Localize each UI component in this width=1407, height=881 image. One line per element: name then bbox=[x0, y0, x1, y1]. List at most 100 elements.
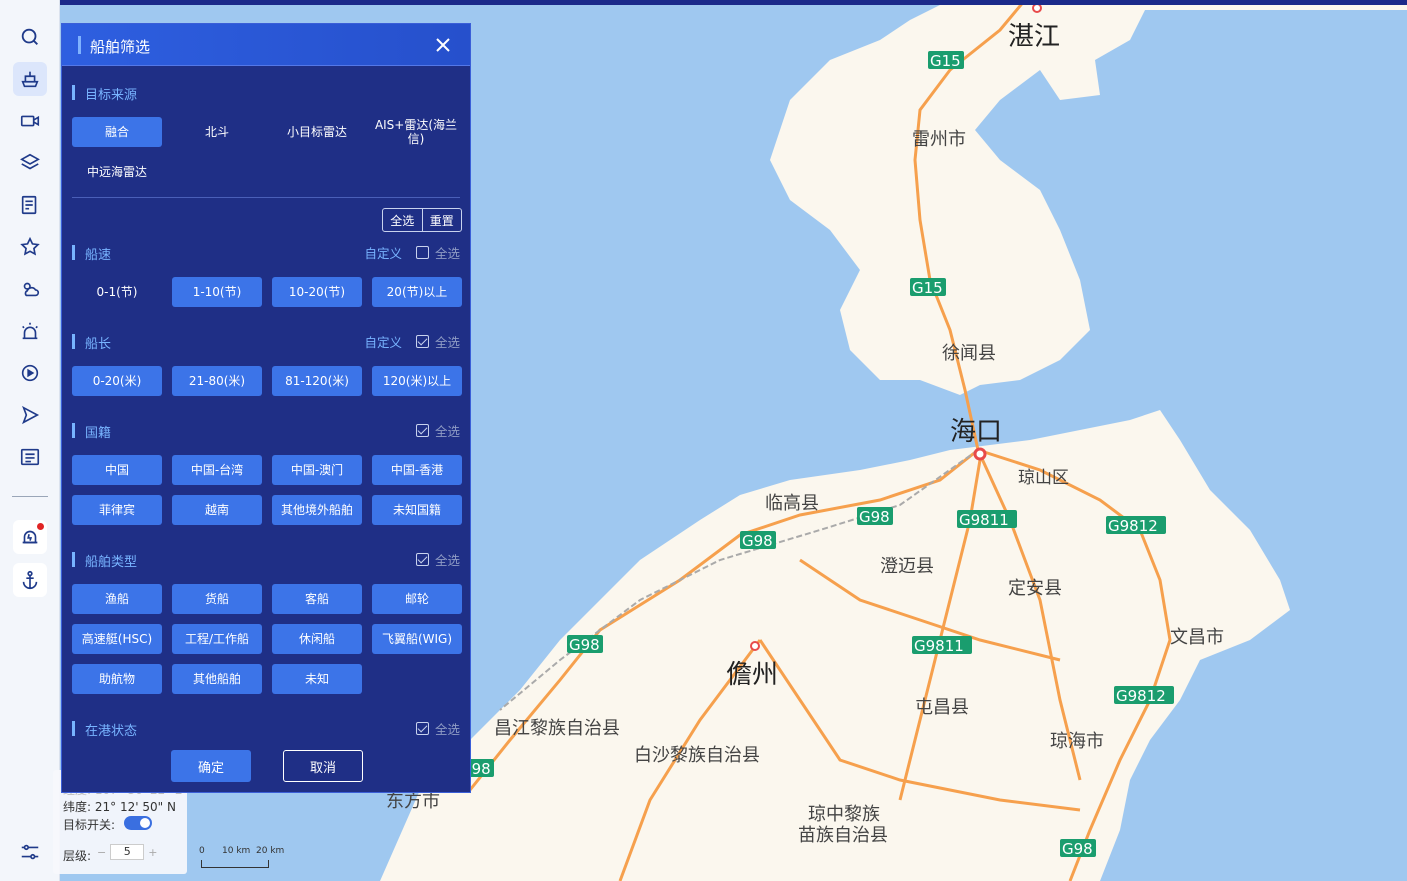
layers-icon[interactable] bbox=[13, 146, 47, 180]
type-option-button[interactable]: 飞翼船(WIG) bbox=[372, 624, 462, 654]
type-option-button[interactable]: 其他船舶 bbox=[172, 664, 262, 694]
section-ship-type: 船舶类型 bbox=[72, 551, 137, 570]
source-reset-button[interactable]: 重置 bbox=[423, 209, 462, 231]
speed-all-checkbox[interactable] bbox=[415, 246, 429, 259]
map-scale: 0 10 km 20 km bbox=[196, 846, 296, 876]
section-source: 目标来源 bbox=[72, 84, 137, 103]
list-icon[interactable] bbox=[13, 440, 47, 474]
map-label: 雷州市 bbox=[912, 129, 966, 150]
type-option-button[interactable]: 货船 bbox=[172, 584, 262, 614]
port-all-label: 全选 bbox=[434, 722, 460, 737]
source-divider bbox=[72, 197, 460, 198]
map-label: 海口 bbox=[950, 417, 1002, 447]
source-fusion-button[interactable]: 融合 bbox=[72, 117, 162, 147]
type-option-button[interactable]: 客船 bbox=[272, 584, 362, 614]
level-minus-button[interactable]: − bbox=[97, 846, 106, 859]
speed-option-button[interactable]: 1-10(节) bbox=[172, 277, 262, 307]
confirm-button[interactable]: 确定 bbox=[171, 750, 251, 782]
nationality-option-button[interactable]: 其他境外船舶 bbox=[272, 495, 362, 525]
nationality-option-button[interactable]: 中国-澳门 bbox=[272, 455, 362, 485]
nationality-option-button[interactable]: 越南 bbox=[172, 495, 262, 525]
zhanjiang-marker bbox=[1032, 3, 1042, 13]
nationality-option-button[interactable]: 菲律宾 bbox=[72, 495, 162, 525]
anchor-icon[interactable] bbox=[13, 563, 47, 597]
type-all-checkbox[interactable] bbox=[415, 553, 429, 566]
top-bar bbox=[0, 0, 1407, 5]
star-icon[interactable] bbox=[13, 230, 47, 264]
road-shield: G98 bbox=[742, 532, 773, 550]
report-icon[interactable] bbox=[13, 188, 47, 222]
haikou-marker bbox=[973, 447, 987, 461]
nationality-option-button[interactable]: 中国 bbox=[72, 455, 162, 485]
speed-controls: 自定义 全选 bbox=[364, 243, 460, 262]
ship-icon[interactable] bbox=[13, 62, 47, 96]
level-plus-button[interactable]: + bbox=[148, 846, 157, 859]
type-option-button[interactable]: 工程/工作船 bbox=[172, 624, 262, 654]
map-label: 徐闻县 bbox=[942, 343, 996, 364]
road-shield: G98 bbox=[1062, 840, 1093, 858]
type-option-button[interactable]: 邮轮 bbox=[372, 584, 462, 614]
target-switch-toggle[interactable] bbox=[124, 816, 152, 830]
source-small-radar-button[interactable]: 小目标雷达 bbox=[272, 117, 362, 147]
map-label: 琼中黎族 bbox=[808, 804, 880, 825]
length-custom-link[interactable]: 自定义 bbox=[364, 332, 402, 351]
toolbar-divider bbox=[12, 496, 48, 497]
port-all-checkbox[interactable] bbox=[415, 722, 429, 735]
source-select-group: 全选 重置 bbox=[382, 208, 462, 232]
map-label: 定安县 bbox=[1008, 578, 1062, 599]
road-shield: G9811 bbox=[959, 511, 1009, 529]
close-icon[interactable] bbox=[432, 34, 454, 56]
search-icon[interactable] bbox=[13, 20, 47, 54]
speed-option-button[interactable]: 10-20(节) bbox=[272, 277, 362, 307]
nationality-option-button[interactable]: 中国-台湾 bbox=[172, 455, 262, 485]
type-option-button[interactable]: 渔船 bbox=[72, 584, 162, 614]
level-stepper[interactable]: − 5 + bbox=[97, 844, 157, 860]
nationality-option-button[interactable]: 中国-香港 bbox=[372, 455, 462, 485]
map-label: 澄迈县 bbox=[880, 556, 934, 577]
route-icon[interactable] bbox=[13, 398, 47, 432]
map-label: 儋州 bbox=[726, 660, 778, 690]
section-port-state: 在港状态 bbox=[72, 720, 137, 739]
length-controls: 自定义 全选 bbox=[364, 332, 460, 351]
video-icon[interactable] bbox=[13, 104, 47, 138]
playback-icon[interactable] bbox=[13, 356, 47, 390]
length-all-checkbox[interactable] bbox=[415, 335, 429, 348]
nationality-option-button[interactable]: 未知国籍 bbox=[372, 495, 462, 525]
type-option-button[interactable]: 休闲船 bbox=[272, 624, 362, 654]
source-beidou-button[interactable]: 北斗 bbox=[172, 117, 262, 147]
target-switch-label: 目标开关: bbox=[63, 818, 116, 832]
type-controls: 全选 bbox=[415, 550, 460, 569]
speed-option-button[interactable]: 0-1(节) bbox=[72, 277, 162, 307]
weather-icon[interactable] bbox=[13, 272, 47, 306]
map-label: 琼山区 bbox=[1018, 468, 1069, 488]
nationality-all-label: 全选 bbox=[434, 424, 460, 439]
type-option-button[interactable]: 未知 bbox=[272, 664, 362, 694]
map-label: 白沙黎族自治县 bbox=[634, 745, 760, 766]
cancel-button[interactable]: 取消 bbox=[283, 750, 363, 782]
alert-icon[interactable] bbox=[13, 520, 47, 554]
section-nationality: 国籍 bbox=[72, 422, 111, 441]
type-option-button[interactable]: 助航物 bbox=[72, 664, 162, 694]
road-shield: G15 bbox=[930, 52, 961, 70]
notification-dot bbox=[37, 523, 44, 530]
type-all-label: 全选 bbox=[434, 553, 460, 568]
source-select-all-button[interactable]: 全选 bbox=[383, 209, 423, 231]
source-ais-radar-button[interactable]: AIS+雷达(海兰信) bbox=[368, 117, 464, 147]
alarm-icon[interactable] bbox=[13, 314, 47, 348]
length-option-button[interactable]: 21-80(米) bbox=[172, 366, 262, 396]
source-cosco-radar-button[interactable]: 中远海雷达 bbox=[72, 157, 162, 187]
settings-icon[interactable] bbox=[13, 835, 47, 869]
ship-filter-panel: 船舶筛选 目标来源 融合 北斗 小目标雷达 AIS+雷达(海兰信) 中远海雷达 … bbox=[61, 23, 471, 793]
road-shield: G9812 bbox=[1116, 687, 1166, 705]
type-option-button[interactable]: 高速艇(HSC) bbox=[72, 624, 162, 654]
nationality-all-checkbox[interactable] bbox=[415, 424, 429, 437]
length-option-button[interactable]: 81-120(米) bbox=[272, 366, 362, 396]
map-label: 湛江 bbox=[1008, 22, 1060, 52]
length-option-button[interactable]: 120(米)以上 bbox=[372, 366, 462, 396]
length-option-button[interactable]: 0-20(米) bbox=[72, 366, 162, 396]
level-value[interactable]: 5 bbox=[110, 844, 145, 860]
road-shield: G9812 bbox=[1108, 517, 1158, 535]
map-label: 临高县 bbox=[765, 493, 819, 514]
speed-option-button[interactable]: 20(节)以上 bbox=[372, 277, 462, 307]
speed-custom-link[interactable]: 自定义 bbox=[364, 243, 402, 262]
